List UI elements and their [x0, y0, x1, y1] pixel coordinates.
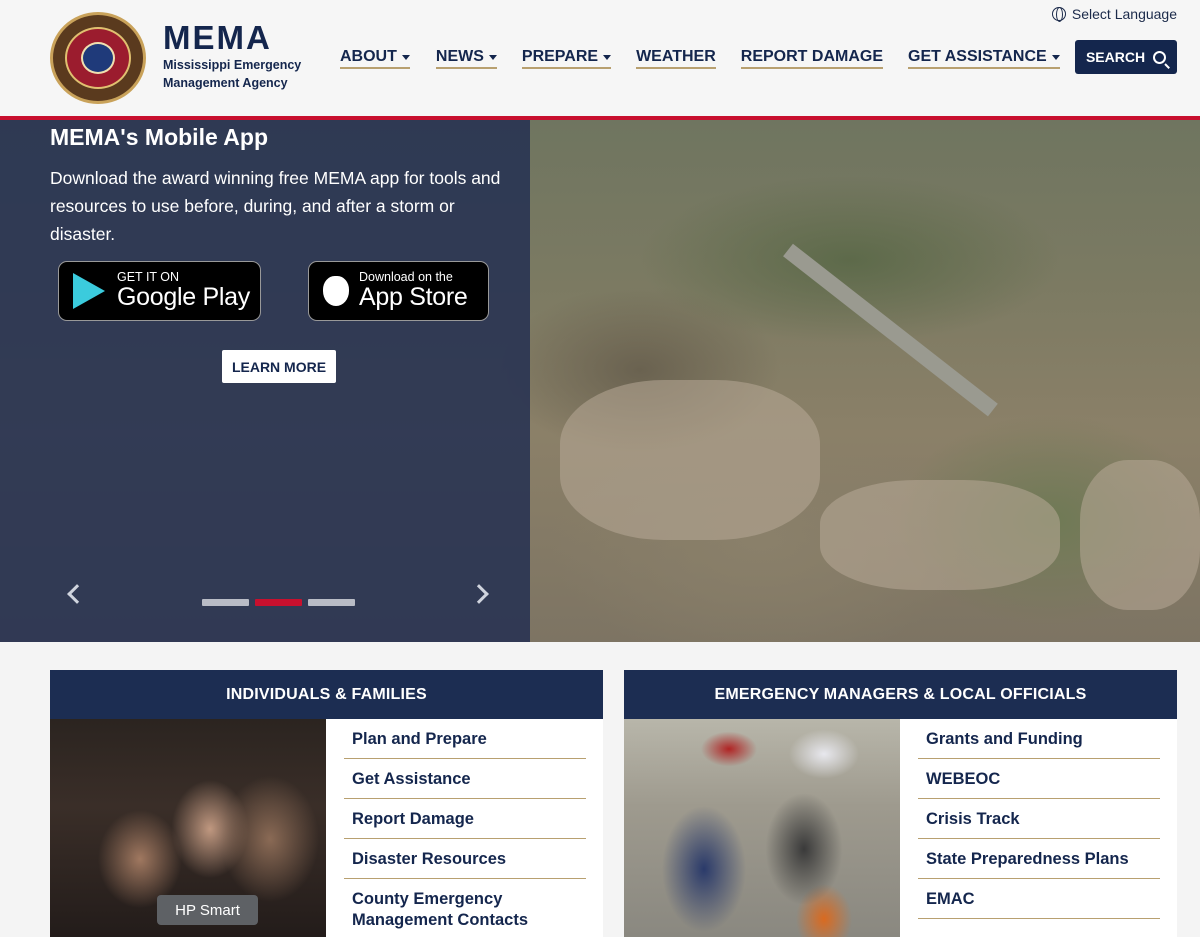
google-play-big: Google Play	[117, 283, 250, 311]
caret-down-icon	[488, 54, 497, 60]
app-store-big: App Store	[359, 283, 468, 311]
nav-about[interactable]: ABOUT	[340, 48, 410, 69]
language-selector[interactable]: Select Language	[1051, 6, 1177, 22]
nav-report-damage[interactable]: REPORT DAMAGE	[740, 48, 883, 69]
hero-photo-road	[783, 243, 998, 417]
carousel-indicators	[202, 599, 355, 606]
hero-title: MEMA's Mobile App	[50, 124, 268, 150]
brand-name: MEMA	[163, 19, 272, 56]
hero-overlay-panel: MEMA's Mobile App Download the award win…	[0, 120, 530, 642]
tooltip: HP Smart	[157, 895, 258, 925]
google-play-text: GET IT ON Google Play	[117, 271, 250, 311]
search-label: SEARCH	[1085, 49, 1146, 65]
nav-news[interactable]: NEWS	[435, 48, 497, 69]
link-report-damage[interactable]: Report Damage	[344, 799, 586, 839]
nav-get-assistance[interactable]: GET ASSISTANCE	[908, 48, 1060, 69]
hero-photo-debris	[1080, 460, 1200, 610]
google-play-badge[interactable]: GET IT ON Google Play	[58, 261, 261, 321]
link-get-assistance[interactable]: Get Assistance	[344, 759, 586, 799]
hero-carousel[interactable]: MEMA's Mobile App Download the award win…	[0, 120, 1200, 642]
language-label: Select Language	[1071, 6, 1177, 22]
app-store-badge[interactable]: Download on the App Store	[308, 261, 489, 321]
card-links: Plan and Prepare Get Assistance Report D…	[344, 719, 586, 937]
site-header: MEMA Mississippi Emergency Management Ag…	[0, 0, 1200, 116]
nav-weather[interactable]: WEATHER	[636, 48, 716, 69]
link-plan-and-prepare[interactable]: Plan and Prepare	[344, 719, 586, 759]
link-state-preparedness-plans[interactable]: State Preparedness Plans	[918, 839, 1160, 879]
learn-more-button[interactable]: LEARN MORE	[222, 350, 336, 383]
hero-photo-debris	[560, 380, 820, 540]
hero-text: Download the award winning free MEMA app…	[50, 168, 501, 244]
individuals-families-card: INDIVIDUALS & FAMILIES HP Smart Plan and…	[50, 670, 603, 937]
link-county-contacts[interactable]: County Emergency Management Contacts	[344, 879, 586, 937]
officials-photo	[624, 719, 900, 937]
caret-down-icon	[603, 54, 612, 60]
google-play-icon	[73, 273, 105, 309]
nav-about-label: ABOUT	[340, 48, 397, 65]
chevron-left-icon[interactable]	[67, 584, 87, 604]
seal-center	[81, 42, 115, 74]
link-webeoc[interactable]: WEBEOC	[918, 759, 1160, 799]
link-crisis-track[interactable]: Crisis Track	[918, 799, 1160, 839]
nav-news-label: NEWS	[435, 48, 484, 65]
family-photo: HP Smart	[50, 719, 326, 937]
carousel-dot-3[interactable]	[308, 599, 355, 606]
nav-prepare[interactable]: PREPARE	[521, 48, 612, 69]
main-nav: ABOUT NEWS PREPARE WEATHER REPORT DAMAGE…	[340, 48, 1060, 69]
apple-icon	[323, 276, 349, 306]
search-icon	[1153, 50, 1167, 64]
link-emac[interactable]: EMAC	[918, 879, 1160, 919]
brand[interactable]: MEMA Mississippi Emergency Management Ag…	[163, 20, 313, 92]
caret-down-icon	[401, 54, 410, 60]
nav-weather-label: WEATHER	[636, 48, 716, 65]
globe-icon	[1051, 7, 1066, 22]
card-title: INDIVIDUALS & FAMILIES	[50, 670, 603, 719]
mema-seal-logo[interactable]	[50, 12, 146, 104]
brand-subtitle: Mississippi Emergency Management Agency	[163, 58, 302, 90]
caret-down-icon	[1051, 54, 1060, 60]
seal-ring	[65, 27, 131, 89]
card-links: Grants and Funding WEBEOC Crisis Track S…	[918, 719, 1160, 919]
link-grants-and-funding[interactable]: Grants and Funding	[918, 719, 1160, 759]
nav-get-assistance-label: GET ASSISTANCE	[908, 48, 1047, 65]
card-title: EMERGENCY MANAGERS & LOCAL OFFICIALS	[624, 670, 1177, 719]
hero-photo-debris	[820, 480, 1060, 590]
search-button[interactable]: SEARCH	[1075, 40, 1177, 74]
nav-report-damage-label: REPORT DAMAGE	[740, 48, 883, 65]
link-disaster-resources[interactable]: Disaster Resources	[344, 839, 586, 879]
emergency-managers-card: EMERGENCY MANAGERS & LOCAL OFFICIALS Gra…	[624, 670, 1177, 937]
chevron-right-icon[interactable]	[469, 584, 489, 604]
app-store-text: Download on the App Store	[359, 271, 468, 311]
carousel-dot-1[interactable]	[202, 599, 249, 606]
carousel-dot-2[interactable]	[255, 599, 302, 606]
nav-prepare-label: PREPARE	[521, 48, 599, 65]
